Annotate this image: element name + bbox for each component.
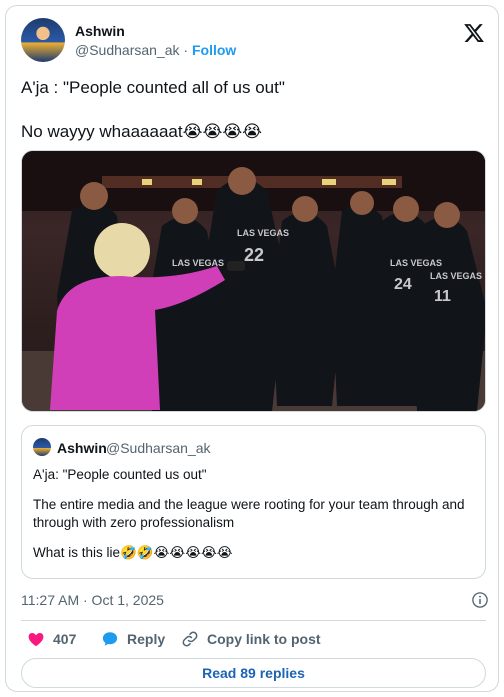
media-scene: LAS VEGAS 12 LAS VEGAS 22 LAS VEGAS 24 L… xyxy=(22,151,485,411)
like-button[interactable]: 407 xyxy=(27,630,76,648)
author-handle[interactable]: @Sudharsan_ak xyxy=(75,42,180,58)
jersey-text-2: LAS VEGAS xyxy=(237,228,289,238)
jersey-text-4: LAS VEGAS xyxy=(430,271,482,281)
info-icon[interactable] xyxy=(471,591,489,609)
x-logo-icon[interactable] xyxy=(463,22,485,44)
quoted-tweet[interactable]: Ashwin @Sudharsan_ak A'ja: "People count… xyxy=(21,425,486,579)
author-name[interactable]: Ashwin xyxy=(75,23,125,39)
reply-bubble-icon xyxy=(102,632,118,646)
divider xyxy=(21,620,486,621)
quoted-para-1: A'ja: "People counted us out" xyxy=(33,467,207,482)
jersey-number-22: 22 xyxy=(244,245,264,265)
tweet-timestamp[interactable]: 11:27 AM · Oct 1, 2025 xyxy=(21,592,164,608)
tweet-media-image[interactable]: LAS VEGAS 12 LAS VEGAS 22 LAS VEGAS 24 L… xyxy=(21,150,486,412)
follow-button[interactable]: Follow xyxy=(192,42,236,58)
author-handle-line: @Sudharsan_ak · Follow xyxy=(75,42,236,58)
quoted-tweet-text: A'ja: "People counted us out" The entire… xyxy=(33,466,478,574)
reply-label: Reply xyxy=(127,631,166,647)
link-icon xyxy=(182,631,198,647)
jersey-text-3: LAS VEGAS xyxy=(390,258,442,268)
like-count: 407 xyxy=(53,631,77,647)
heart-icon xyxy=(28,632,44,647)
action-bar: 407 Reply Copy link to post xyxy=(21,630,486,652)
read-replies-button[interactable]: Read 89 replies xyxy=(21,658,486,688)
quoted-author-avatar xyxy=(33,438,51,456)
handle-separator: · xyxy=(183,42,189,58)
jersey-number-11: 11 xyxy=(434,288,451,305)
quoted-para-3: What is this lie🤣🤣😭😭😭😭😭 xyxy=(33,545,233,560)
copy-link-label: Copy link to post xyxy=(207,631,321,647)
author-avatar[interactable] xyxy=(21,18,65,62)
copy-link-button[interactable]: Copy link to post xyxy=(181,630,321,648)
tweet-line-1: A'ja : "People counted all of us out" xyxy=(21,78,285,97)
jersey-number-24: 24 xyxy=(394,276,412,293)
quoted-para-2: The entire media and the league were roo… xyxy=(33,497,465,530)
tweet-header: Ashwin @Sudharsan_ak · Follow xyxy=(21,18,485,62)
tweet-embed-card: Ashwin @Sudharsan_ak · Follow A'ja : "Pe… xyxy=(5,5,499,692)
timestamp-row: 11:27 AM · Oct 1, 2025 xyxy=(21,589,489,611)
quoted-author-name: Ashwin xyxy=(57,440,107,456)
quoted-author-handle: @Sudharsan_ak xyxy=(106,440,211,456)
tweet-line-2: No wayyy whaaaaaat😭😭😭😭 xyxy=(21,122,263,141)
reply-button[interactable]: Reply xyxy=(101,630,165,648)
